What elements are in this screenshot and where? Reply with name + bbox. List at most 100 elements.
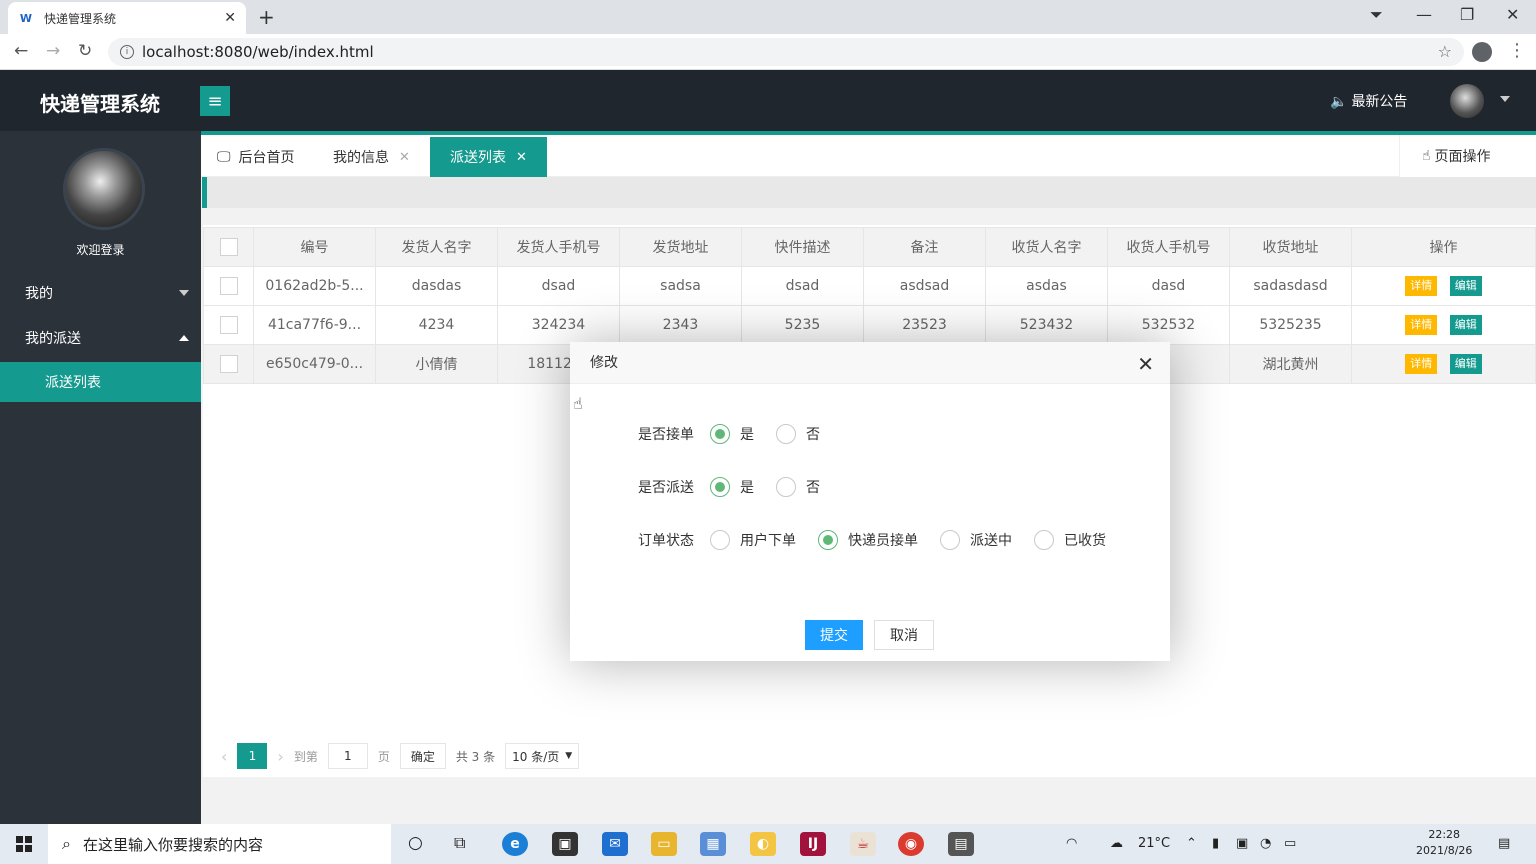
taskbar-search[interactable]: ⌕ 在这里输入你要搜索的内容 — [48, 824, 391, 864]
edit-button[interactable]: 编辑 — [1449, 276, 1482, 296]
row-checkbox[interactable] — [219, 277, 238, 295]
weather-icon[interactable]: ☁ — [1110, 836, 1123, 851]
radio-dispatch-no[interactable]: 否 — [776, 477, 820, 497]
folder-icon[interactable]: ▭ — [651, 832, 677, 856]
column-header[interactable]: 收货人手机号 — [1107, 227, 1230, 267]
submit-button[interactable]: 提交 — [805, 620, 863, 650]
close-icon[interactable]: ✕ — [1137, 352, 1154, 376]
qq-icon[interactable]: ◔ — [1260, 836, 1271, 851]
page-1-button[interactable]: 1 — [237, 743, 268, 769]
column-header[interactable]: 发货人名字 — [375, 227, 498, 267]
column-header[interactable]: 编号 — [253, 227, 376, 267]
battery-icon[interactable]: ▭ — [1284, 836, 1296, 851]
radio-status-received[interactable]: 已收货 — [1034, 530, 1106, 550]
browser-menu-icon[interactable]: ⋮ — [1508, 40, 1526, 61]
select-all-cell[interactable] — [203, 227, 254, 267]
radio-status-courier-accepted[interactable]: 快递员接单 — [818, 530, 918, 550]
column-header[interactable]: 收货地址 — [1229, 227, 1352, 267]
header-avatar[interactable] — [1450, 84, 1484, 118]
store-icon[interactable]: ▣ — [552, 832, 578, 856]
radio-status-delivering[interactable]: 派送中 — [940, 530, 1012, 550]
sidebar-item-mine[interactable]: 我的 — [0, 271, 201, 315]
tray-app-icon[interactable]: ▣ — [1236, 836, 1248, 851]
detail-button[interactable]: 详情 — [1405, 315, 1438, 335]
app-icon[interactable]: ▦ — [700, 832, 726, 856]
microphone-icon[interactable]: ▮ — [1212, 836, 1219, 851]
tab-home[interactable]: 🖵 后台首页 — [203, 137, 309, 177]
notifications-icon[interactable]: ▤ — [1498, 836, 1510, 851]
select-all-checkbox[interactable] — [219, 238, 238, 256]
edit-button[interactable]: 编辑 — [1449, 315, 1482, 335]
cortana-icon[interactable]: ○ — [408, 833, 423, 853]
site-info-icon[interactable]: i — [120, 45, 134, 59]
reload-icon[interactable]: ↻ — [78, 41, 92, 61]
close-tab-icon[interactable]: ✕ — [224, 10, 236, 26]
intellij-icon[interactable]: IJ — [800, 832, 826, 856]
goto-page-input[interactable]: 1 — [327, 743, 368, 769]
detail-button[interactable]: 详情 — [1405, 276, 1438, 296]
bookmark-star-icon[interactable]: ☆ — [1438, 42, 1452, 61]
back-icon[interactable]: ← — [14, 41, 28, 61]
radio-circle[interactable] — [710, 477, 730, 497]
menu-toggle-icon[interactable]: ≡ — [200, 86, 230, 116]
system-clock[interactable]: 22:28 2021/8/26 — [1416, 827, 1472, 859]
next-page-icon[interactable]: › — [277, 747, 283, 766]
wifi-icon[interactable]: ◠ — [1066, 836, 1077, 851]
column-header[interactable]: 备注 — [863, 227, 986, 267]
close-icon[interactable]: ✕ — [399, 150, 410, 165]
tab-my-info[interactable]: 我的信息 ✕ — [319, 137, 424, 177]
radio-circle[interactable] — [940, 530, 960, 550]
page-size-select[interactable]: 10 条/页 ▼ — [505, 743, 580, 769]
forward-icon[interactable]: → — [46, 41, 60, 61]
chrome-icon[interactable]: ◉ — [898, 832, 924, 856]
radio-circle[interactable] — [1034, 530, 1054, 550]
tray-expand-icon[interactable]: ⌃ — [1186, 836, 1197, 851]
edge-icon[interactable]: e — [502, 832, 528, 856]
column-header[interactable]: 发货人手机号 — [497, 227, 620, 267]
row-select-cell[interactable] — [203, 305, 254, 345]
tab-search-icon[interactable]: ⏷ — [1370, 5, 1383, 25]
radio-circle[interactable] — [710, 424, 730, 444]
row-checkbox[interactable] — [219, 355, 238, 373]
tab-delivery-list[interactable]: 派送列表 ✕ — [430, 137, 547, 177]
minimize-icon[interactable]: — — [1416, 5, 1432, 24]
radio-accept-yes[interactable]: 是 — [710, 424, 754, 444]
sidebar-item-my-delivery[interactable]: 我的派送 — [0, 316, 201, 360]
detail-button[interactable]: 详情 — [1405, 354, 1438, 374]
row-checkbox[interactable] — [219, 316, 238, 334]
column-header[interactable]: 收货人名字 — [985, 227, 1108, 267]
table-row[interactable]: 41ca77f6-9... 4234 324234 2343 5235 2352… — [203, 305, 1536, 345]
windows-start-icon[interactable] — [16, 836, 32, 852]
profile-icon[interactable] — [1472, 42, 1492, 62]
close-icon[interactable]: ✕ — [516, 150, 527, 165]
radio-circle[interactable] — [776, 477, 796, 497]
goto-confirm-button[interactable]: 确定 — [399, 743, 446, 769]
radio-circle[interactable] — [776, 424, 796, 444]
row-select-cell[interactable] — [203, 344, 254, 384]
column-header[interactable]: 快件描述 — [741, 227, 864, 267]
prev-page-icon[interactable]: ‹ — [221, 747, 227, 766]
notes-icon[interactable]: ◐ — [750, 832, 776, 856]
radio-circle[interactable] — [710, 530, 730, 550]
user-dropdown-icon[interactable] — [1500, 96, 1510, 102]
url-field[interactable]: i localhost:8080/web/index.html ☆ — [108, 38, 1464, 66]
terminal-icon[interactable]: ▤ — [948, 832, 974, 856]
row-select-cell[interactable] — [203, 266, 254, 306]
new-tab-button[interactable]: + — [258, 5, 275, 29]
notice-link[interactable]: 🔈 最新公告 — [1330, 91, 1407, 111]
cancel-button[interactable]: 取消 — [874, 620, 934, 650]
edit-button[interactable]: 编辑 — [1449, 354, 1482, 374]
browser-tab[interactable]: W 快递管理系统 ✕ — [8, 2, 246, 34]
mail-icon[interactable]: ✉ — [602, 832, 628, 856]
radio-dispatch-yes[interactable]: 是 — [710, 477, 754, 497]
java-icon[interactable]: ☕ — [850, 832, 876, 856]
radio-status-user-order[interactable]: 用户下单 — [710, 530, 796, 550]
maximize-icon[interactable]: ❐ — [1460, 5, 1474, 24]
radio-accept-no[interactable]: 否 — [776, 424, 820, 444]
page-operations-button[interactable]: ☝ 页面操作 — [1399, 135, 1536, 177]
table-row[interactable]: 0162ad2b-5... dasdas dsad sadsa dsad asd… — [203, 266, 1536, 306]
task-view-icon[interactable]: ⧉ — [454, 833, 465, 853]
radio-circle[interactable] — [818, 530, 838, 550]
close-window-icon[interactable]: ✕ — [1506, 5, 1519, 24]
column-header[interactable]: 发货地址 — [619, 227, 742, 267]
